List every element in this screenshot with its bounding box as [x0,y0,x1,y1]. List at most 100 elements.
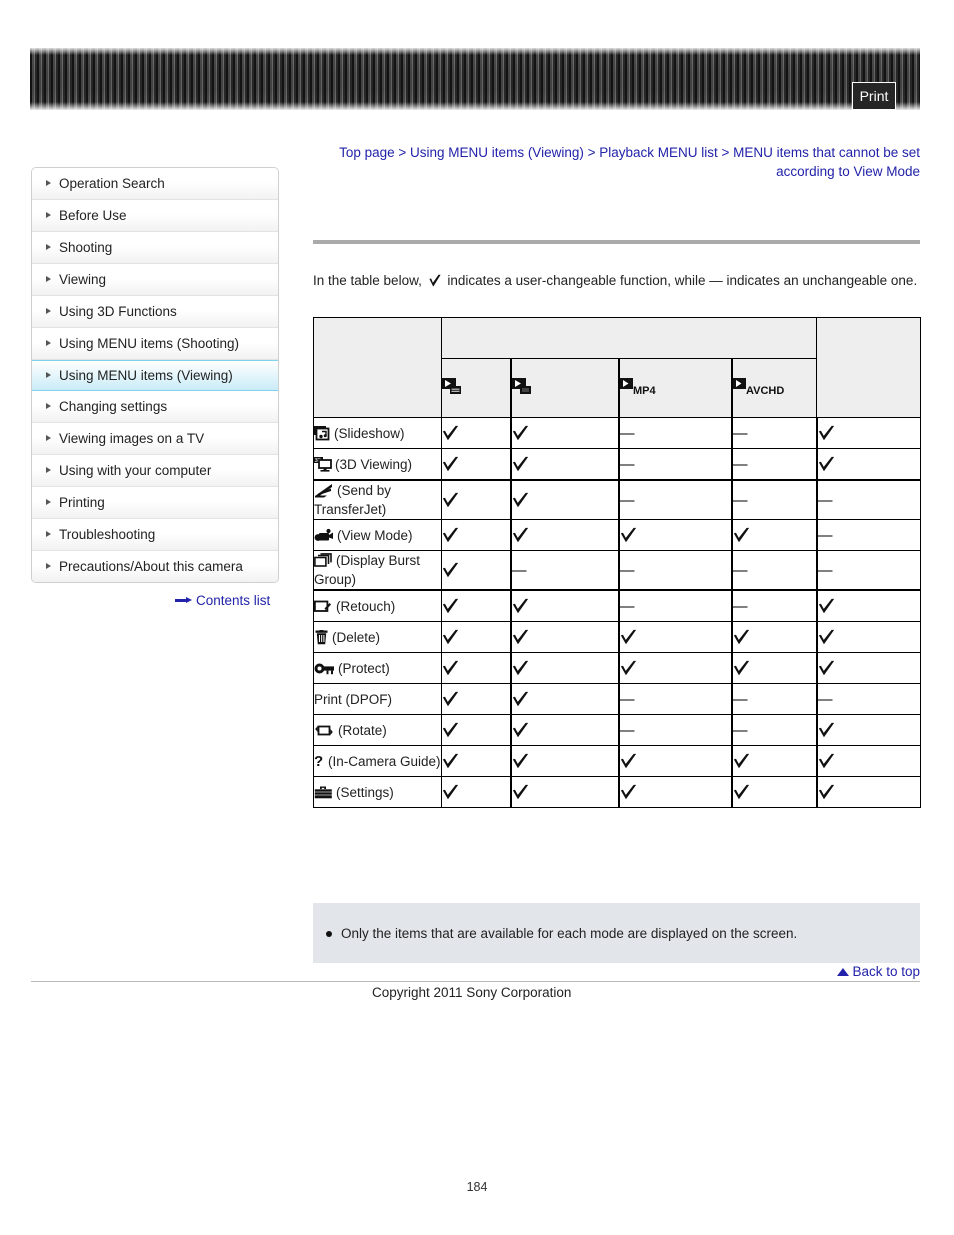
sidebar-item-printing[interactable]: Printing [32,487,278,519]
row-label-rotate: (Rotate) [313,714,442,746]
row-label-protect: (Protect) [313,652,442,684]
cell-delete-avchd [730,621,817,653]
sidebar-item-precautions-about-this-camera[interactable]: Precautions/About this camera [32,551,278,582]
row-label-print-dpof: Print (DPOF) [313,683,442,715]
checkmark-icon [818,456,834,471]
sidebar-item-label: Before Use [59,208,127,223]
playback-mp4-icon: MP4 [619,377,656,397]
cell-3dviewing-last [815,448,921,481]
sidebar-item-label: Precautions/About this camera [59,559,243,574]
breadcrumb: Top page > Using MENU items (Viewing) > … [330,143,920,181]
triangle-up-icon [837,968,850,976]
sidebar-item-label: Using MENU items (Shooting) [59,336,240,351]
rotate-icon [315,725,333,735]
sidebar-item-changing-settings[interactable]: Changing settings [32,391,278,423]
header-col-mp4: MP4 [617,358,732,418]
dash-mark: — [619,597,635,615]
sidebar-item-using-menu-items-shooting[interactable]: Using MENU items (Shooting) [32,328,278,360]
in-camera-guide-icon: ? [314,754,323,769]
sidebar-item-using-menu-items-viewing[interactable]: Using MENU items (Viewing) [32,360,278,391]
checkmark-icon [818,722,834,737]
cell-3dviewing-folder [441,448,511,481]
dash-mark: — [619,491,635,509]
back-to-top-link[interactable]: Back to top [700,964,920,979]
checkmark-icon [733,660,749,675]
display-burst-icon [314,553,332,567]
table-row: (Protect) [313,652,921,684]
cell-burst-last: — [815,550,921,591]
row-label-text: (Protect) [338,660,390,676]
row-label-send-by-transferjet: (Send by TransferJet) [313,479,442,520]
cell-transferjet-avchd: — [730,479,817,520]
chevron-right-icon [46,403,51,409]
checkmark-icon [512,598,528,613]
slideshow-icon [314,425,330,440]
sidebar-item-viewing[interactable]: Viewing [32,264,278,296]
cell-transferjet-date [509,479,619,520]
page-number: 184 [466,1180,488,1194]
chevron-right-icon [46,276,51,282]
breadcrumb-item-using-menu-items-viewing[interactable]: Using MENU items (Viewing) [410,145,584,160]
checkmark-icon [512,456,528,471]
cell-burst-mp4: — [617,550,732,591]
checkmark-icon [512,784,528,799]
checkmark-icon [733,784,749,799]
breadcrumb-item-playback-menu-list[interactable]: Playback MENU list [599,145,718,160]
cell-rotate-last [815,714,921,746]
cell-protect-last [815,652,921,684]
header-view-mode-group [441,317,817,359]
table-row: (Settings) [313,776,921,808]
playback-avchd-icon: AVCHD [732,377,784,397]
row-label-retouch: (Retouch) [313,589,442,622]
sidebar-navigation: Operation Search Before Use Shooting Vie… [31,167,279,583]
dash-mark: — [732,455,748,473]
checkmark-icon [442,492,459,507]
row-label-3d-viewing: 3D (3D Viewing) [313,448,442,481]
breadcrumb-item-current-page[interactable]: MENU items that cannot be set according … [733,145,920,179]
cell-delete-folder [441,621,511,653]
sidebar-item-viewing-images-on-a-tv[interactable]: Viewing images on a TV [32,423,278,455]
sidebar-item-label: Viewing [59,272,107,287]
row-label-text: Print (DPOF) [314,691,393,707]
sidebar-item-using-with-your-computer[interactable]: Using with your computer [32,455,278,487]
playback-date-icon [511,377,531,394]
sidebar-item-label: Using 3D Functions [59,304,177,319]
svg-text:AVCHD: AVCHD [746,385,784,396]
cell-guide-avchd [730,745,817,777]
cell-rotate-mp4: — [617,714,732,746]
checkmark-icon [733,629,749,644]
playback-folder-still-icon [442,377,461,394]
sidebar-item-before-use[interactable]: Before Use [32,200,278,232]
banner-stripes [30,48,920,110]
sidebar-item-shooting[interactable]: Shooting [32,232,278,264]
checkmark-icon [442,425,459,440]
checkmark-icon [620,527,636,542]
dash-mark: — [732,721,748,739]
checkmark-icon [442,629,459,644]
sidebar-item-using-3d-functions[interactable]: Using 3D Functions [32,296,278,328]
dash-mark: — [732,491,748,509]
arrow-right-icon [175,597,192,604]
retouch-icon [314,600,331,612]
checkmark-icon [733,527,749,542]
table-row: 3D (3D Viewing) — — [313,448,921,481]
cell-transferjet-last: — [815,479,921,520]
table-row: (Display Burst Group) — — — — [313,550,921,591]
cell-viewmode-avchd [730,519,817,551]
sidebar-item-troubleshooting[interactable]: Troubleshooting [32,519,278,551]
header-corner-cell [313,317,442,418]
cell-slideshow-last [815,417,921,449]
contents-list-label: Contents list [196,593,271,608]
dash-mark: — [817,690,833,708]
cell-retouch-folder [441,589,511,622]
contents-list-link[interactable]: Contents list [175,593,270,608]
breadcrumb-item-top-page[interactable]: Top page [339,145,395,160]
footer-divider [31,981,920,982]
dash-mark: — [619,455,635,473]
dash-mark: — [511,561,527,579]
delete-icon [315,629,328,644]
checkmark-icon [818,753,834,768]
breadcrumb-separator: > [583,145,600,160]
sidebar-item-operation-search[interactable]: Operation Search [32,168,278,200]
print-button[interactable]: Print [852,82,896,110]
